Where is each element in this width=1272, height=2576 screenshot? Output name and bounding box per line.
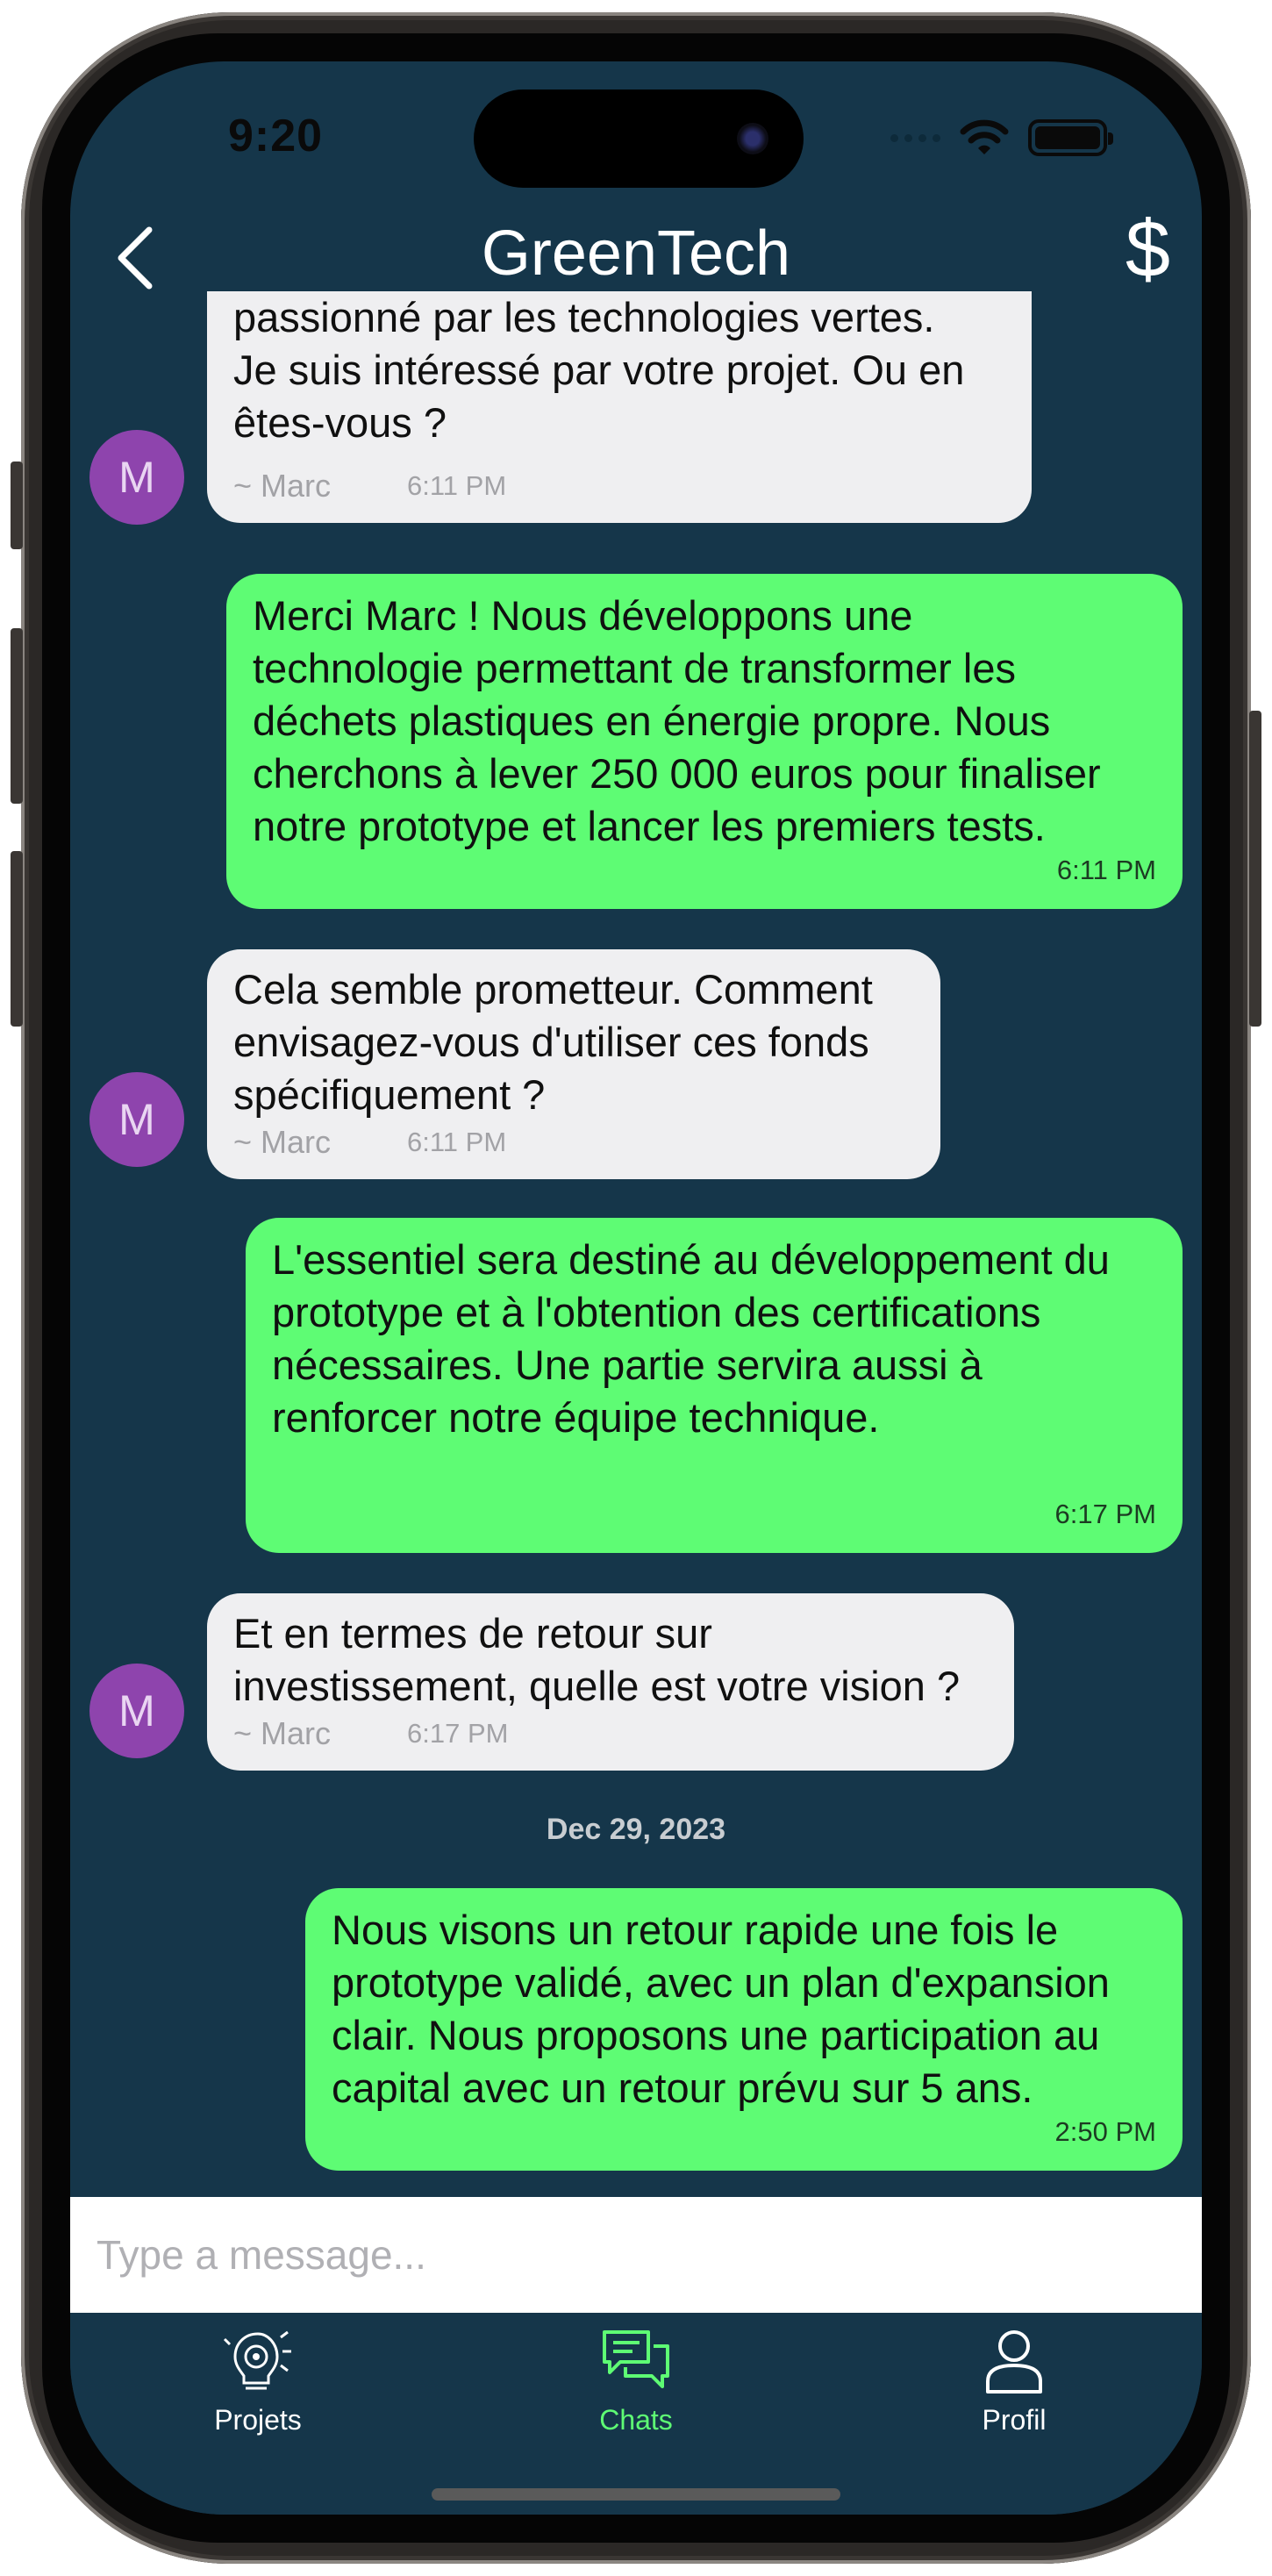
invest-dollar-button[interactable]: $ [1126,204,1170,296]
volume-up-button [11,628,23,804]
power-button [1249,711,1261,1027]
message-bubble-incoming[interactable]: Et en termes de retour sur investissemen… [207,1593,1014,1771]
tab-projets[interactable]: Projets [153,2325,363,2436]
status-time: 9:20 [228,111,324,161]
message-list[interactable]: Salut Alex, je suis Marc investisseur pa… [70,291,1202,2197]
dynamic-island [474,89,804,188]
message-text: Merci Marc ! Nous développons une techno… [253,592,1101,849]
message-time: 6:11 PM [1056,855,1156,885]
message-text: Salut Alex, je suis Marc investisseur pa… [233,294,965,446]
tab-chats[interactable]: Chats [531,2325,741,2436]
message-time: 2:50 PM [1054,2116,1156,2147]
volume-down-button [11,851,23,1027]
status-icons [890,119,1113,156]
message-time: 6:17 PM [1054,1499,1156,1529]
message-time: 6:11 PM [407,470,507,501]
mute-switch [11,462,23,549]
avatar[interactable]: M [89,1072,184,1167]
message-sender: ~ Marc [233,1715,332,1751]
chat-title: GreenTech [481,218,791,289]
tab-bar: Projets Chats Profil [70,2313,1202,2515]
message-bubble-outgoing[interactable]: L'essentiel sera destiné au développemen… [246,1218,1183,1553]
message-bubble-incoming[interactable]: Cela semble prometteur. Comment envisage… [207,949,940,1179]
user-icon [986,2330,1042,2394]
battery-icon [1028,119,1113,156]
date-separator: Dec 29, 2023 [546,1813,726,1846]
lightbulb-gear-icon [223,2330,291,2390]
message-input[interactable] [70,2197,1202,2313]
message-text: L'essentiel sera destiné au développemen… [272,1236,1110,1441]
message-bubble-outgoing[interactable]: Nous visons un retour rapide une fois le… [305,1888,1183,2171]
home-indicator[interactable] [432,2488,840,2501]
message-sender: ~ Marc [233,468,332,504]
message-time: 6:11 PM [407,1127,507,1157]
message-text: Nous visons un retour rapide une fois le… [332,1907,1110,2111]
message-sender: ~ Marc [233,1124,332,1160]
avatar[interactable]: M [89,430,184,525]
camera-icon [737,123,768,154]
tab-label: Projets [214,2404,302,2436]
message-bubble-incoming[interactable]: Salut Alex, je suis Marc investisseur pa… [207,291,1032,523]
message-text: Et en termes de retour sur investissemen… [233,1610,961,1709]
tab-profil[interactable]: Profil [909,2325,1119,2436]
avatar[interactable]: M [89,1664,184,1758]
tab-label: Chats [599,2404,673,2436]
message-text: Cela semble prometteur. Comment envisage… [233,966,873,1118]
app-screen: 9:20 GreenTech $ Salut Alex, je suis Mar… [70,61,1202,2515]
chat-bubbles-icon [603,2330,669,2388]
cellular-signal-icon [890,133,940,142]
message-time: 6:17 PM [407,1718,509,1749]
wifi-icon [960,119,1009,154]
tab-label: Profil [982,2404,1047,2436]
message-bubble-outgoing[interactable]: Merci Marc ! Nous développons une techno… [226,574,1183,909]
